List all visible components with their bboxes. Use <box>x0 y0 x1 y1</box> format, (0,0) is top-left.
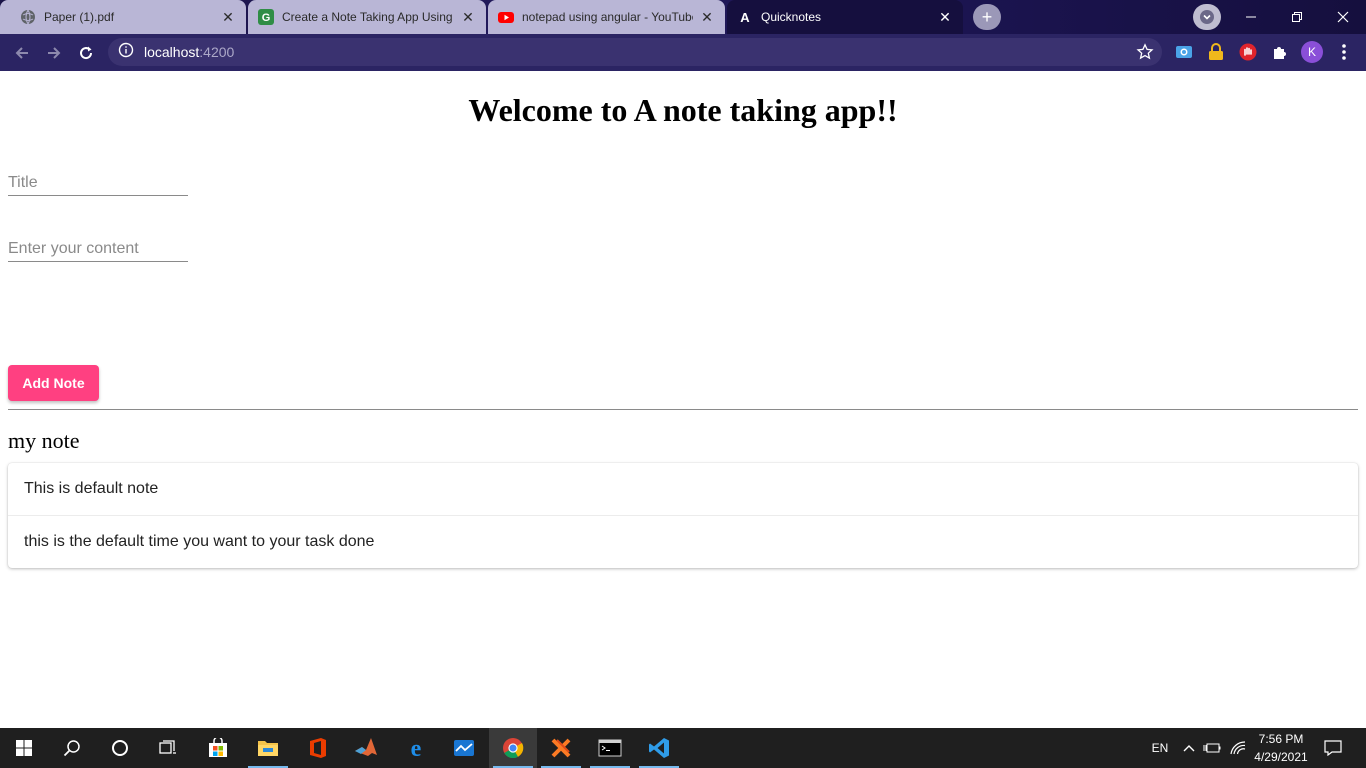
profile-avatar[interactable]: K <box>1301 41 1323 63</box>
reload-icon[interactable] <box>74 41 98 65</box>
tab-title: notepad using angular - YouTube <box>522 10 693 24</box>
tab-youtube[interactable]: notepad using angular - YouTube ✕ <box>488 0 725 34</box>
content-field[interactable] <box>8 232 188 262</box>
tab-paper-pdf[interactable]: Paper (1).pdf ✕ <box>0 0 246 34</box>
new-tab-button[interactable]: + <box>973 4 1001 30</box>
restore-icon[interactable] <box>1274 0 1320 34</box>
angular-icon: A <box>737 9 753 25</box>
matlab-icon[interactable] <box>342 728 390 768</box>
windows-taskbar: e EN 7:56 PM 4/29/2021 <box>0 728 1366 768</box>
more-menu-icon[interactable] <box>1334 42 1354 62</box>
page-title: Welcome to A note taking app!! <box>468 92 898 128</box>
windows-start-icon[interactable] <box>0 728 48 768</box>
file-explorer-icon[interactable] <box>244 728 292 768</box>
close-tab-icon[interactable]: ✕ <box>460 9 476 25</box>
block-extension-icon[interactable] <box>1238 42 1258 62</box>
content-input[interactable] <box>8 232 188 261</box>
screen-capture-extension-icon[interactable] <box>1174 42 1194 62</box>
back-arrow-icon[interactable] <box>10 41 34 65</box>
language-indicator[interactable]: EN <box>1148 728 1172 768</box>
minimize-icon[interactable] <box>1228 0 1274 34</box>
password-lock-extension-icon[interactable] <box>1206 42 1226 62</box>
close-window-icon[interactable] <box>1320 0 1366 34</box>
close-tab-icon[interactable]: ✕ <box>220 9 236 25</box>
svg-text:G: G <box>262 12 271 24</box>
cortana-icon[interactable] <box>96 728 144 768</box>
clock-time: 7:56 PM <box>1258 732 1304 746</box>
title-input[interactable] <box>8 166 188 195</box>
geeksforgeeks-icon: G <box>258 9 274 25</box>
svg-text:A: A <box>740 10 750 25</box>
edge-icon[interactable]: e <box>392 728 440 768</box>
note-card: This is default note this is the default… <box>8 463 1358 568</box>
address-url: localhost:4200 <box>144 44 234 60</box>
youtube-icon <box>498 9 514 25</box>
tab-create-note-app[interactable]: G Create a Note Taking App Using ✕ <box>248 0 486 34</box>
tab-title: Paper (1).pdf <box>44 10 115 24</box>
terminal-icon[interactable] <box>586 728 634 768</box>
task-view-icon[interactable] <box>144 728 192 768</box>
address-bar[interactable]: localhost:4200 <box>108 38 1162 66</box>
note-title-row: This is default note <box>24 480 159 497</box>
forward-arrow-icon[interactable] <box>42 41 66 65</box>
address-host: localhost <box>144 44 200 60</box>
chrome-icon[interactable] <box>489 728 537 768</box>
mail-icon[interactable] <box>440 728 488 768</box>
address-port: :4200 <box>199 44 235 60</box>
tab-title: Quicknotes <box>761 10 822 24</box>
store-icon[interactable] <box>194 728 242 768</box>
close-tab-icon[interactable]: ✕ <box>699 9 715 25</box>
close-tab-icon[interactable]: ✕ <box>937 9 953 25</box>
search-icon[interactable] <box>48 728 96 768</box>
add-note-button[interactable]: Add Note <box>8 365 99 401</box>
xampp-icon[interactable] <box>537 728 585 768</box>
chevron-up-icon[interactable] <box>1180 728 1198 768</box>
globe-icon <box>20 9 36 25</box>
extensions-puzzle-icon[interactable] <box>1270 42 1290 62</box>
browser-toolbar: localhost:4200 K <box>0 34 1366 71</box>
office-icon[interactable] <box>294 728 342 768</box>
divider <box>8 409 1358 410</box>
tab-quicknotes[interactable]: A Quicknotes ✕ <box>727 0 963 34</box>
system-clock[interactable]: 7:56 PM 4/29/2021 <box>1250 730 1312 766</box>
svg-text:e: e <box>411 737 422 759</box>
note-content-row: this is the default time you want to you… <box>8 515 1358 567</box>
wifi-icon[interactable] <box>1228 728 1248 768</box>
info-icon[interactable] <box>118 42 134 63</box>
battery-icon[interactable] <box>1202 728 1222 768</box>
clock-date: 4/29/2021 <box>1254 750 1308 764</box>
notes-section-heading: my note <box>8 428 80 453</box>
bookmark-star-icon[interactable] <box>1136 43 1154 66</box>
tab-search-icon[interactable] <box>1193 4 1221 30</box>
browser-tab-strip: Paper (1).pdf ✕ G Create a Note Taking A… <box>0 0 1366 34</box>
vscode-icon[interactable] <box>635 728 683 768</box>
notification-icon[interactable] <box>1320 728 1346 768</box>
title-field[interactable] <box>8 166 188 196</box>
tab-title: Create a Note Taking App Using <box>282 10 453 24</box>
